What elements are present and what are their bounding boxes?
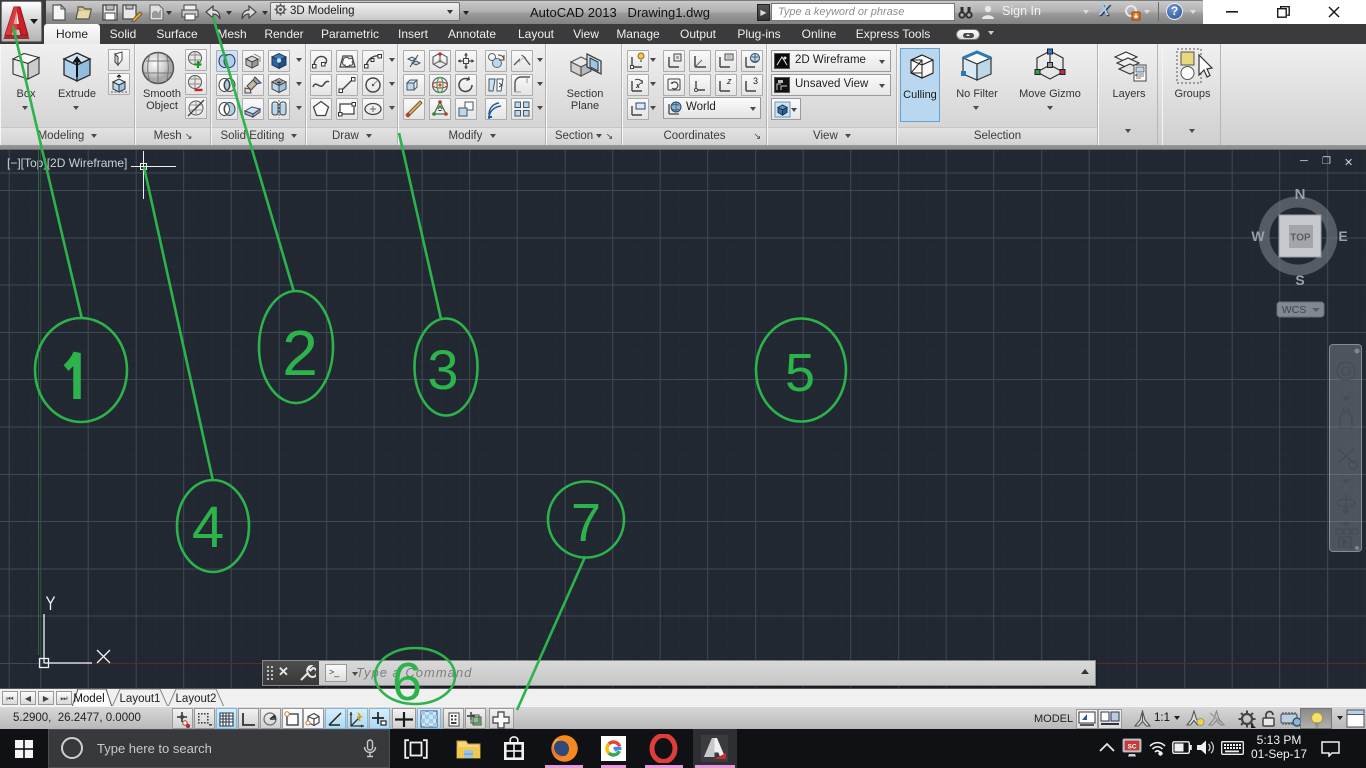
svg-text:E: E <box>1338 228 1347 244</box>
svg-text:Model: Model <box>73 693 104 705</box>
svg-text:WCS: WCS <box>1282 304 1307 316</box>
svg-text:TOP: TOP <box>1290 233 1311 244</box>
svg-text:S: S <box>1295 272 1304 288</box>
svg-text:N: N <box>1295 186 1306 203</box>
svg-text:SC: SC <box>1127 744 1136 751</box>
svg-text:z: z <box>726 76 732 86</box>
svg-text:W: W <box>1251 228 1265 244</box>
svg-text:x: x <box>635 83 641 90</box>
svg-text:Layout2: Layout2 <box>176 693 217 705</box>
svg-text:Layout1: Layout1 <box>120 693 161 705</box>
svg-text:3: 3 <box>753 76 758 86</box>
